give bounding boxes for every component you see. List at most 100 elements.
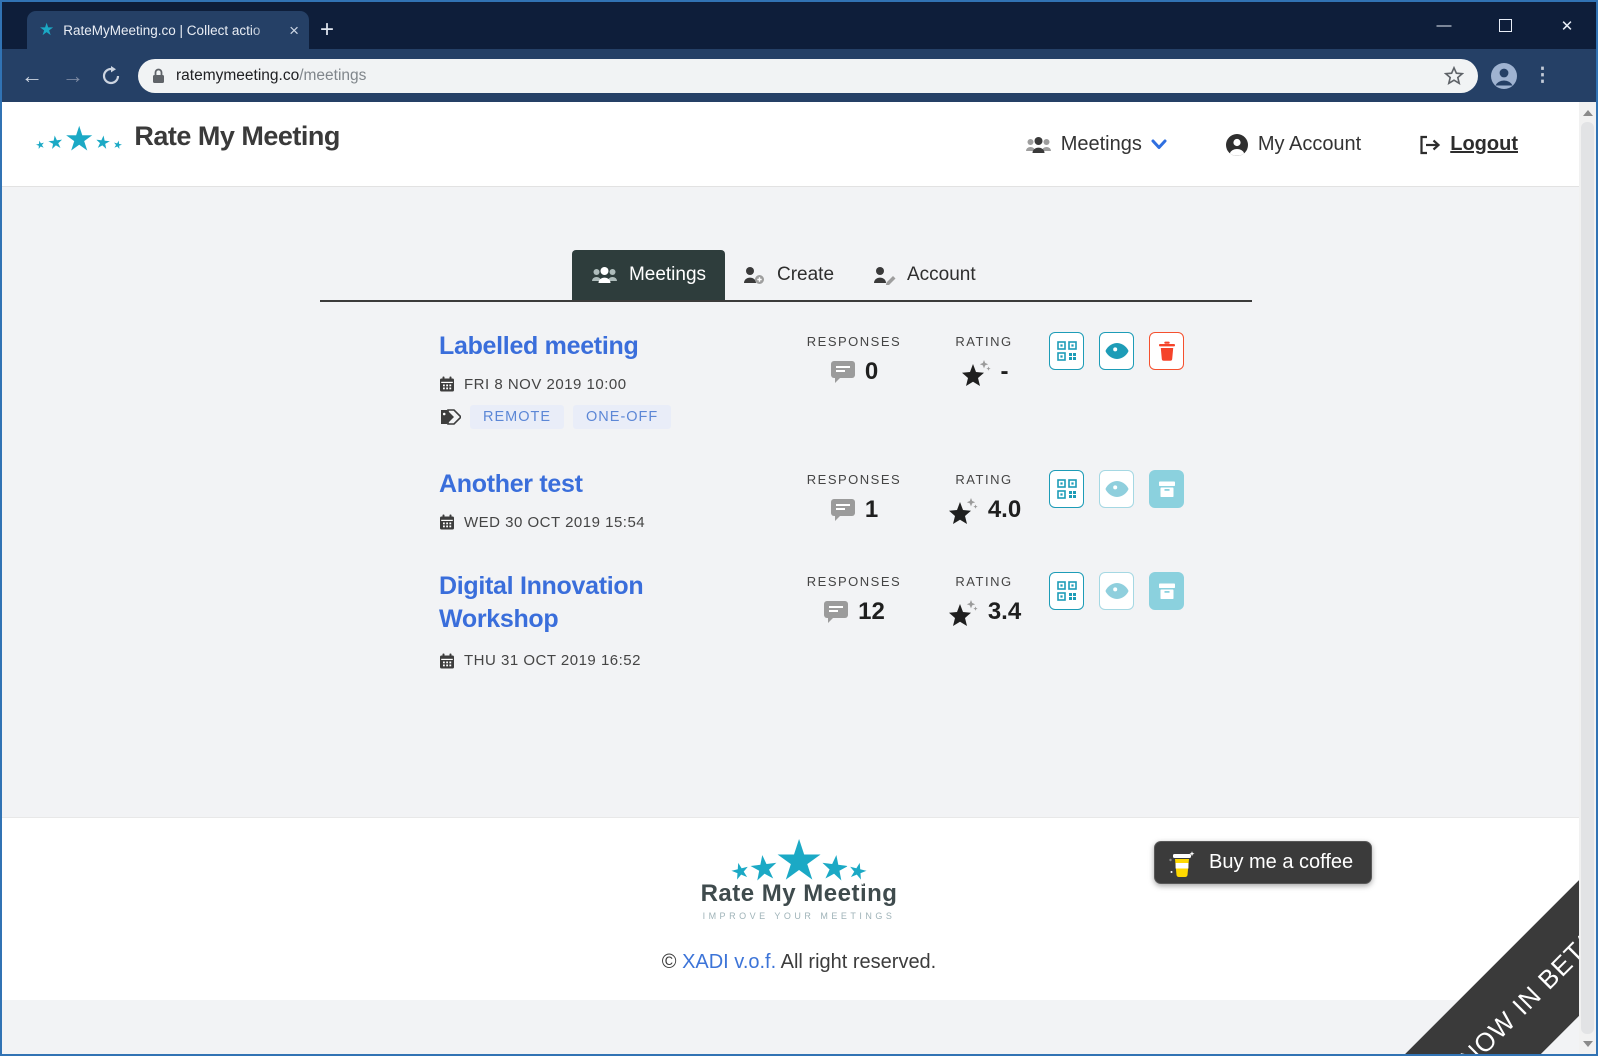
star-rating-icon <box>948 600 978 626</box>
bookmark-star-icon[interactable] <box>1444 65 1464 86</box>
nav-my-account-label: My Account <box>1257 133 1362 155</box>
archive-button[interactable] <box>1149 572 1184 610</box>
browser-toolbar: ← → ratemymeeting.co/meetings ⋮ <box>2 49 1596 102</box>
close-button[interactable]: ✕ <box>1556 17 1578 35</box>
maximize-button[interactable] <box>1499 19 1512 32</box>
nav-meetings-label: Meetings <box>1060 133 1142 155</box>
qr-code-icon <box>1056 341 1077 361</box>
url-text: ratemymeeting.co/meetings <box>176 67 1444 85</box>
calendar-icon <box>440 376 454 392</box>
nav-my-account[interactable]: My Account <box>1225 133 1361 157</box>
tag-chip: ONE-OFF <box>573 404 672 429</box>
preview-button[interactable] <box>1099 470 1135 508</box>
meeting-date: WED 30 OCT 2019 15:54 <box>439 514 789 531</box>
calendar-icon <box>440 653 454 668</box>
url-bar[interactable]: ratemymeeting.co/meetings <box>138 58 1478 93</box>
qr-code-icon <box>1056 479 1077 499</box>
tab-meetings-label: Meetings <box>628 264 707 285</box>
coffee-cup-icon <box>1169 850 1195 877</box>
scrollbar-up-arrow[interactable] <box>1579 104 1596 121</box>
responses-cell: RESPONSES 1 <box>789 468 919 531</box>
tab-create[interactable]: Create <box>740 250 834 300</box>
logo-stars-icon: ★ ★ ★ ★ ★ <box>28 114 129 163</box>
archive-button[interactable] <box>1149 470 1184 508</box>
meeting-date-text: THU 31 OCT 2019 16:52 <box>464 652 641 669</box>
back-icon[interactable]: ← <box>21 64 43 87</box>
tab-close-icon[interactable]: × <box>289 22 299 39</box>
site-logo[interactable]: ★ ★ ★ ★ ★ Rate My Meeting <box>28 114 340 163</box>
meeting-row: Digital Innovation Workshop THU 31 OCT 2… <box>439 570 1184 669</box>
meeting-title-link[interactable]: Labelled meeting <box>439 330 789 363</box>
archive-box-icon <box>1158 583 1175 599</box>
qr-code-button[interactable] <box>1049 332 1084 370</box>
logout-icon <box>1420 135 1441 154</box>
window-controls: — ✕ <box>1433 2 1578 49</box>
comment-icon <box>824 601 849 623</box>
reload-icon[interactable] <box>101 65 121 86</box>
forward-icon[interactable]: → <box>62 64 84 87</box>
meeting-info: Another test WED 30 OCT 2019 15:54 <box>439 468 789 531</box>
page-scrollbar[interactable] <box>1579 102 1596 1054</box>
preview-button[interactable] <box>1099 572 1135 610</box>
meeting-title-link[interactable]: Digital Innovation Workshop <box>439 570 689 635</box>
responses-label: RESPONSES <box>806 574 902 589</box>
users-icon <box>1025 136 1051 153</box>
minimize-button[interactable]: — <box>1433 17 1455 34</box>
rating-cell: RATING 4.0 <box>919 468 1049 531</box>
comment-icon <box>830 361 855 383</box>
scrollbar-thumb[interactable] <box>1581 122 1594 1034</box>
qr-code-button[interactable] <box>1049 572 1085 610</box>
tags-icon <box>441 408 461 425</box>
copyright-symbol: © <box>661 951 677 973</box>
preview-button[interactable] <box>1099 332 1134 370</box>
meeting-tags: REMOTE ONE-OFF <box>439 404 789 429</box>
eye-icon <box>1105 343 1128 359</box>
site-footer: ★ ★ ★ ★ ★ Rate My Meeting IMPROVE YOUR MEETI… <box>2 817 1596 1000</box>
star-rating-icon <box>961 360 991 386</box>
qr-code-icon <box>1056 581 1077 601</box>
profile-avatar-icon[interactable] <box>1490 62 1518 90</box>
brand-name: Rate My Meeting <box>134 121 340 152</box>
nav-meetings[interactable]: Meetings <box>1025 133 1167 156</box>
responses-cell: RESPONSES 0 <box>789 330 919 429</box>
meeting-date: FRI 8 NOV 2019 10:00 <box>439 376 789 393</box>
nav-logout[interactable]: Logout <box>1419 133 1518 156</box>
copyright-company-link[interactable]: XADI v.o.f. <box>682 951 776 973</box>
rating-value: 4.0 <box>987 496 1022 523</box>
qr-code-button[interactable] <box>1049 470 1085 508</box>
browser-menu-icon[interactable]: ⋮ <box>1533 64 1552 87</box>
toolbar-right: ⋮ <box>1490 62 1552 90</box>
browser-tab-title: RateMyMeeting.co | Collect actio <box>63 22 261 38</box>
meeting-date: THU 31 OCT 2019 16:52 <box>439 652 789 669</box>
meeting-title-link[interactable]: Another test <box>439 468 789 501</box>
browser-tab[interactable]: ★ RateMyMeeting.co | Collect actio × <box>27 11 309 49</box>
meeting-info: Labelled meeting FRI 8 NOV 2019 10:00 RE… <box>439 330 789 429</box>
responses-cell: RESPONSES 12 <box>789 570 919 669</box>
new-tab-button[interactable]: + <box>320 18 334 42</box>
tab-account-label: Account <box>907 264 976 285</box>
tab-account[interactable]: Account <box>870 250 976 300</box>
favicon-star-icon: ★ <box>39 19 55 40</box>
browser-window: ★ RateMyMeeting.co | Collect actio × + —… <box>0 0 1598 1056</box>
eye-icon <box>1105 583 1129 599</box>
meeting-row: Another test WED 30 OCT 2019 15:54 RESPO… <box>439 468 1184 531</box>
user-edit-icon <box>874 266 896 285</box>
users-icon <box>591 267 617 283</box>
delete-button[interactable] <box>1149 332 1184 370</box>
tab-meetings[interactable]: Meetings <box>572 250 725 300</box>
rating-cell: RATING 3.4 <box>919 570 1049 669</box>
scrollbar-down-arrow[interactable] <box>1579 1035 1596 1052</box>
calendar-icon <box>440 514 454 530</box>
responses-label: RESPONSES <box>806 334 902 349</box>
rating-label: RATING <box>955 574 1013 589</box>
footer-logo-stars-icon: ★ ★ ★ ★ ★ <box>722 824 876 898</box>
responses-label: RESPONSES <box>806 472 902 487</box>
meeting-date-text: WED 30 OCT 2019 15:54 <box>464 513 646 531</box>
nav-logout-label: Logout <box>1450 133 1518 155</box>
lock-icon <box>153 68 164 83</box>
responses-value: 0 <box>864 358 879 385</box>
buy-me-a-coffee-button[interactable]: Buy me a coffee <box>1154 841 1373 884</box>
site-header: ★ ★ ★ ★ ★ Rate My Meeting Meetings My Accoun… <box>2 102 1596 187</box>
tab-create-label: Create <box>777 264 835 285</box>
archive-box-icon <box>1158 481 1175 497</box>
